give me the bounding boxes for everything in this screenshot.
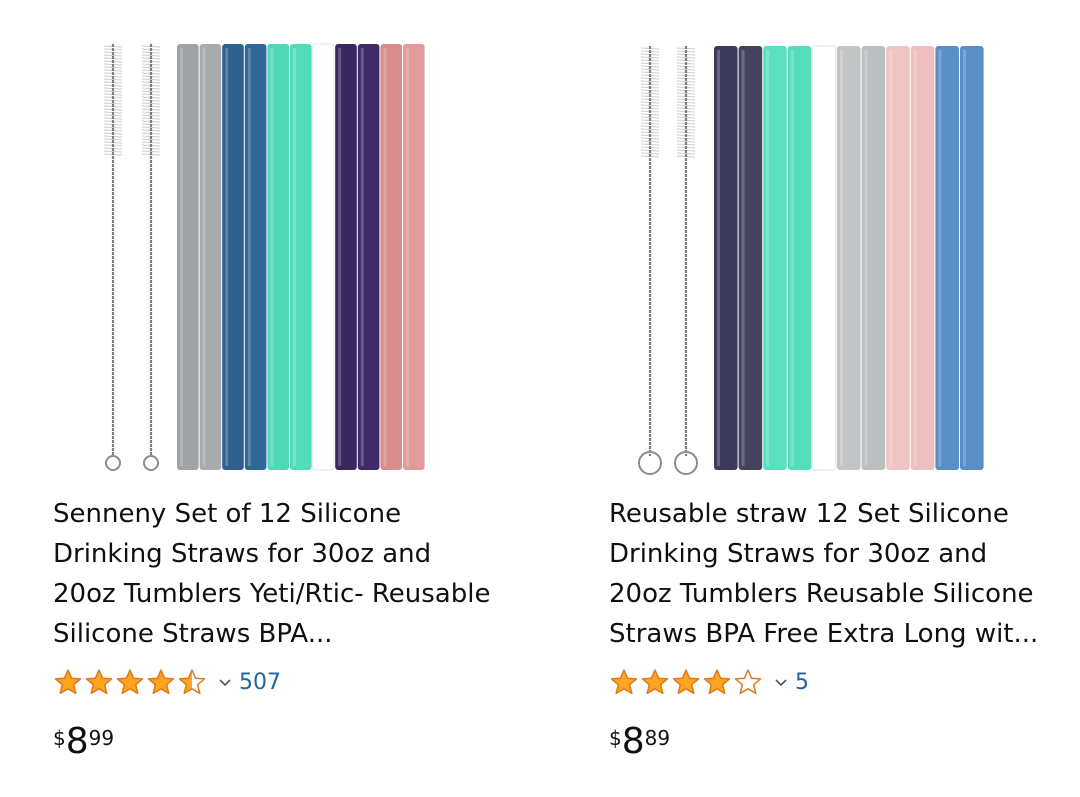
star-icon — [610, 669, 638, 695]
straw-highlight — [741, 50, 745, 466]
review-count-link[interactable]: 5 — [795, 670, 809, 695]
straw-highlight — [202, 48, 206, 466]
straw-highlight — [315, 48, 319, 466]
straw-highlight — [913, 50, 917, 466]
straw-highlight — [766, 50, 770, 466]
straw-highlight — [180, 48, 183, 466]
product-image[interactable] — [556, 30, 1056, 480]
star-icon — [672, 669, 700, 695]
star-icon — [703, 669, 731, 695]
straw-highlight — [383, 48, 387, 466]
star-icon — [147, 669, 175, 695]
product-card[interactable]: Senneny Set of 12 Silicone Drinking Stra… — [0, 0, 500, 797]
product-card[interactable]: Reusable straw 12 Set Silicone Drinking … — [556, 0, 1056, 797]
product-title[interactable]: Reusable straw 12 Set Silicone Drinking … — [609, 494, 1049, 654]
star-icon — [116, 669, 144, 695]
chevron-down-icon[interactable] — [217, 674, 233, 690]
price-whole: 8 — [65, 721, 89, 762]
star-rating[interactable] — [609, 668, 763, 696]
straw-highlight — [815, 50, 819, 466]
star-icon — [85, 669, 113, 695]
straw-highlight — [717, 50, 720, 466]
price: $ 8 89 — [609, 720, 670, 764]
price-fraction: 89 — [644, 726, 671, 750]
straw-highlight — [360, 48, 364, 466]
price-symbol: $ — [609, 726, 622, 750]
straw-highlight — [225, 48, 229, 466]
straw-highlight — [963, 50, 966, 466]
straw-highlight — [247, 48, 251, 466]
price: $ 8 99 — [53, 720, 114, 764]
straw-highlight — [938, 50, 942, 466]
star-icon — [734, 669, 762, 695]
cleaning-brush — [141, 44, 161, 471]
chevron-down-icon[interactable] — [773, 674, 789, 690]
price-whole: 8 — [621, 721, 645, 762]
rating-row[interactable]: 5 — [609, 668, 809, 696]
straw-highlight — [270, 48, 274, 466]
cleaning-brush — [674, 46, 698, 475]
price-fraction: 99 — [88, 726, 115, 750]
straw-highlight — [293, 48, 296, 466]
star-rating[interactable] — [53, 668, 207, 696]
star-icon — [178, 669, 206, 695]
cleaning-brush — [103, 44, 123, 471]
star-icon — [641, 669, 669, 695]
product-title[interactable]: Senneny Set of 12 Silicone Drinking Stra… — [53, 494, 493, 654]
straw-highlight — [406, 48, 409, 466]
star-icon — [54, 669, 82, 695]
straw-highlight — [889, 50, 893, 466]
straw-highlight — [840, 50, 843, 466]
price-symbol: $ — [53, 726, 66, 750]
product-image[interactable] — [0, 30, 500, 480]
cleaning-brush — [638, 46, 662, 475]
rating-row[interactable]: 507 — [53, 668, 281, 696]
straw-highlight — [864, 50, 868, 466]
review-count-link[interactable]: 507 — [239, 670, 281, 695]
straw-highlight — [338, 48, 342, 466]
straw-highlight — [790, 50, 794, 466]
